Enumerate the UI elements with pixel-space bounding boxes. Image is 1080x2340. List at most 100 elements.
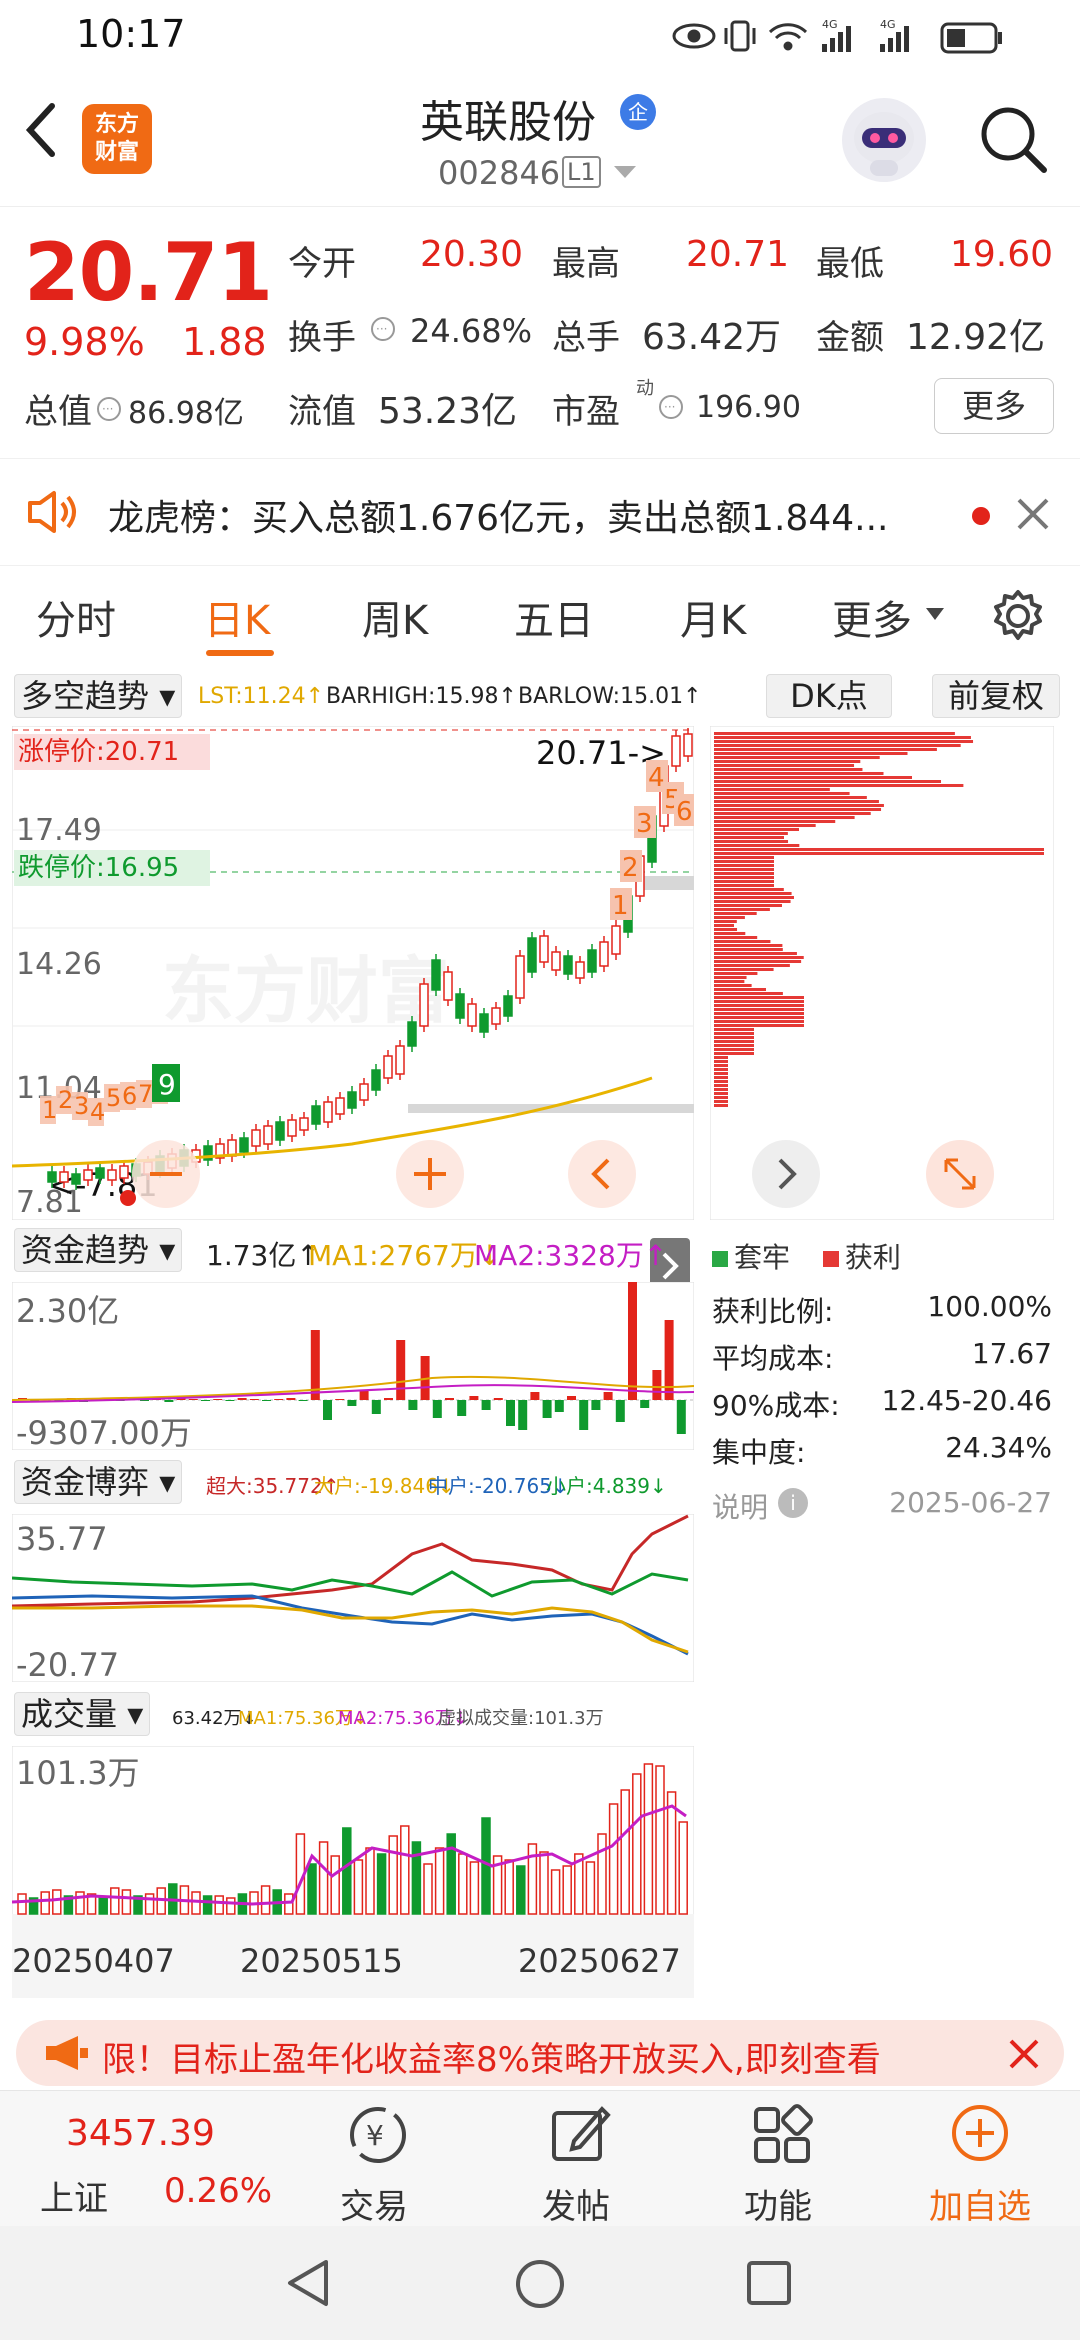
speaker-icon bbox=[28, 491, 76, 533]
tab-more[interactable]: 更多 bbox=[832, 588, 912, 646]
stock-header: 东方 财富 英联股份 企 002846 L1 bbox=[0, 72, 1080, 207]
change-amount: 1.88 bbox=[182, 320, 267, 364]
note-label: 说明 bbox=[712, 1491, 769, 1524]
chip-legend: 套牢 获利 bbox=[712, 1236, 901, 1276]
nav-trade[interactable]: ¥ 交易 bbox=[284, 2091, 464, 2227]
mktcap-label: 总值 bbox=[24, 392, 92, 432]
date-tick: 20250407 bbox=[12, 1942, 175, 1980]
quote-panel: 20.71 9.98% 1.88 总值 ··· 86.98亿 今开 20.30 … bbox=[0, 208, 1080, 458]
capital-trend-value: 1.73亿↑ bbox=[206, 1239, 320, 1272]
info-circle-icon[interactable]: ··· bbox=[96, 396, 122, 422]
app-logo[interactable]: 东方 财富 bbox=[82, 104, 152, 174]
amount-label: 金额 bbox=[816, 318, 884, 358]
promo-text[interactable]: 限！目标止盈年化收益率8%策略开放买入,即刻查看 bbox=[102, 2032, 992, 2081]
pe-value: 196.90 bbox=[696, 390, 801, 425]
nav-functions[interactable]: 功能 bbox=[688, 2091, 868, 2227]
amount-value: 12.92亿 bbox=[906, 317, 1046, 358]
volume-chart[interactable]: 101.3万 20250407 20250515 20250627 bbox=[12, 1746, 694, 1998]
dk-point-button[interactable]: DK点 bbox=[766, 674, 892, 718]
nav-add-watchlist[interactable]: 加自选 bbox=[890, 2091, 1070, 2227]
capital-game-chart[interactable]: 35.77 -20.77 bbox=[12, 1514, 694, 1682]
promo-banner[interactable]: 限！目标止盈年化收益率8%策略开放买入,即刻查看 bbox=[16, 2020, 1064, 2086]
back-icon[interactable] bbox=[20, 100, 60, 160]
svg-text:1: 1 bbox=[42, 1096, 57, 1124]
close-icon[interactable] bbox=[1008, 2038, 1040, 2070]
tab-daily-k[interactable]: 日K bbox=[204, 588, 270, 646]
notice-text[interactable]: 龙虎榜：买入总额1.676亿元，卖出总额1.844... bbox=[108, 489, 888, 541]
gear-icon[interactable] bbox=[990, 588, 1046, 644]
chip-value: 17.67 bbox=[971, 1337, 1052, 1370]
price-tick: 17.49 bbox=[16, 813, 102, 848]
tab-monthly-k[interactable]: 月K bbox=[680, 588, 746, 646]
info-circle-icon[interactable]: ··· bbox=[370, 316, 396, 342]
nav-post[interactable]: 发帖 bbox=[486, 2091, 666, 2227]
chip-label: 集中度: bbox=[712, 1436, 806, 1469]
svg-text:···: ··· bbox=[102, 402, 113, 416]
info-icon[interactable]: i bbox=[778, 1488, 808, 1518]
svg-text:2: 2 bbox=[58, 1086, 73, 1114]
recents-square-icon[interactable] bbox=[746, 2260, 792, 2306]
edit-icon bbox=[552, 2106, 611, 2161]
lst-value: LST:11.24↑ bbox=[198, 684, 325, 709]
notice-bar[interactable]: 龙虎榜：买入总额1.676亿元，卖出总额1.844... bbox=[0, 458, 1080, 566]
last-price: 20.71 bbox=[24, 226, 273, 319]
chip-label: 获利比例: bbox=[712, 1295, 834, 1328]
date-tick: 20250627 bbox=[518, 1942, 681, 1980]
axis-tick: 35.77 bbox=[16, 1520, 108, 1558]
capital-trend-dropdown[interactable]: 资金趋势 ▾ bbox=[14, 1228, 183, 1272]
svg-text:7: 7 bbox=[138, 1080, 153, 1108]
level-badge[interactable]: L1 bbox=[562, 156, 601, 188]
volume-dropdown[interactable]: 成交量 ▾ bbox=[14, 1692, 151, 1736]
volume-value: 63.42万 bbox=[642, 317, 782, 358]
resistance-band bbox=[640, 876, 694, 890]
info-circle-icon[interactable]: ··· bbox=[658, 394, 684, 420]
home-circle-icon[interactable] bbox=[514, 2258, 566, 2310]
tab-weekly-k[interactable]: 周K bbox=[362, 588, 428, 646]
axis-tick: -20.77 bbox=[16, 1646, 119, 1682]
svg-text:¥: ¥ bbox=[366, 2119, 384, 2152]
low-label: 最低 bbox=[816, 244, 884, 284]
adjust-button[interactable]: 前复权 bbox=[932, 674, 1060, 718]
robot-avatar[interactable] bbox=[842, 98, 926, 182]
chip-distribution-chart[interactable] bbox=[710, 726, 1054, 1220]
more-button[interactable]: 更多 bbox=[934, 378, 1054, 434]
status-bar: 10:17 4G 4G bbox=[0, 0, 1080, 72]
axis-tick: 2.30亿 bbox=[16, 1292, 119, 1330]
axis-tick: 101.3万 bbox=[16, 1754, 140, 1792]
volume-label: 总手 bbox=[552, 318, 620, 358]
indicator-dropdown[interactable]: 多空趋势 ▾ bbox=[14, 674, 183, 718]
enterprise-badge: 企 bbox=[620, 94, 656, 130]
chip-date: 2025-06-27 bbox=[889, 1486, 1052, 1519]
barhigh-value: BARHIGH:15.98↑ bbox=[326, 684, 517, 709]
limit-down-label: 跌停价:16.95 bbox=[18, 853, 179, 883]
tab-intraday[interactable]: 分时 bbox=[36, 588, 116, 646]
index-value: 3457.39 bbox=[66, 2113, 215, 2154]
search-icon[interactable] bbox=[976, 102, 1050, 176]
change-percent: 9.98% bbox=[24, 320, 145, 364]
megaphone-icon bbox=[46, 2036, 88, 2070]
svg-text:···: ··· bbox=[664, 400, 675, 414]
svg-text:9: 9 bbox=[158, 1068, 176, 1101]
back-triangle-icon[interactable] bbox=[284, 2258, 334, 2308]
index-quote[interactable]: 3457.39 上证 0.26% bbox=[20, 2091, 272, 2227]
capital-game-dropdown[interactable]: 资金博弈 ▾ bbox=[14, 1460, 183, 1504]
high-value: 20.71 bbox=[686, 234, 790, 275]
svg-text:4G: 4G bbox=[880, 18, 896, 31]
svg-text:3: 3 bbox=[74, 1092, 89, 1120]
capital-trend-chart[interactable]: 2.30亿 -9307.00万 bbox=[12, 1282, 694, 1450]
chip-label: 90%成本: bbox=[712, 1389, 840, 1422]
chevron-down-icon[interactable] bbox=[614, 166, 636, 180]
virtual-volume: 虚拟成交量:101.3万 bbox=[438, 1708, 604, 1729]
system-navigation bbox=[0, 2226, 1080, 2340]
chevron-down-icon[interactable] bbox=[926, 608, 944, 622]
svg-text:1: 1 bbox=[612, 891, 629, 921]
svg-text:5: 5 bbox=[106, 1084, 121, 1112]
yen-exchange-icon: ¥ bbox=[350, 2107, 406, 2163]
float-value: 53.23亿 bbox=[378, 391, 518, 432]
status-time: 10:17 bbox=[76, 12, 186, 56]
tab-five-day[interactable]: 五日 bbox=[514, 588, 594, 646]
close-icon[interactable] bbox=[1016, 497, 1050, 531]
wifi-icon bbox=[768, 23, 808, 40]
stock-name: 英联股份 bbox=[420, 97, 596, 148]
kline-chart[interactable]: 东方财富 涨停价:20.71 跌停价:16.95 17.49 14.26 11.… bbox=[12, 726, 694, 1220]
